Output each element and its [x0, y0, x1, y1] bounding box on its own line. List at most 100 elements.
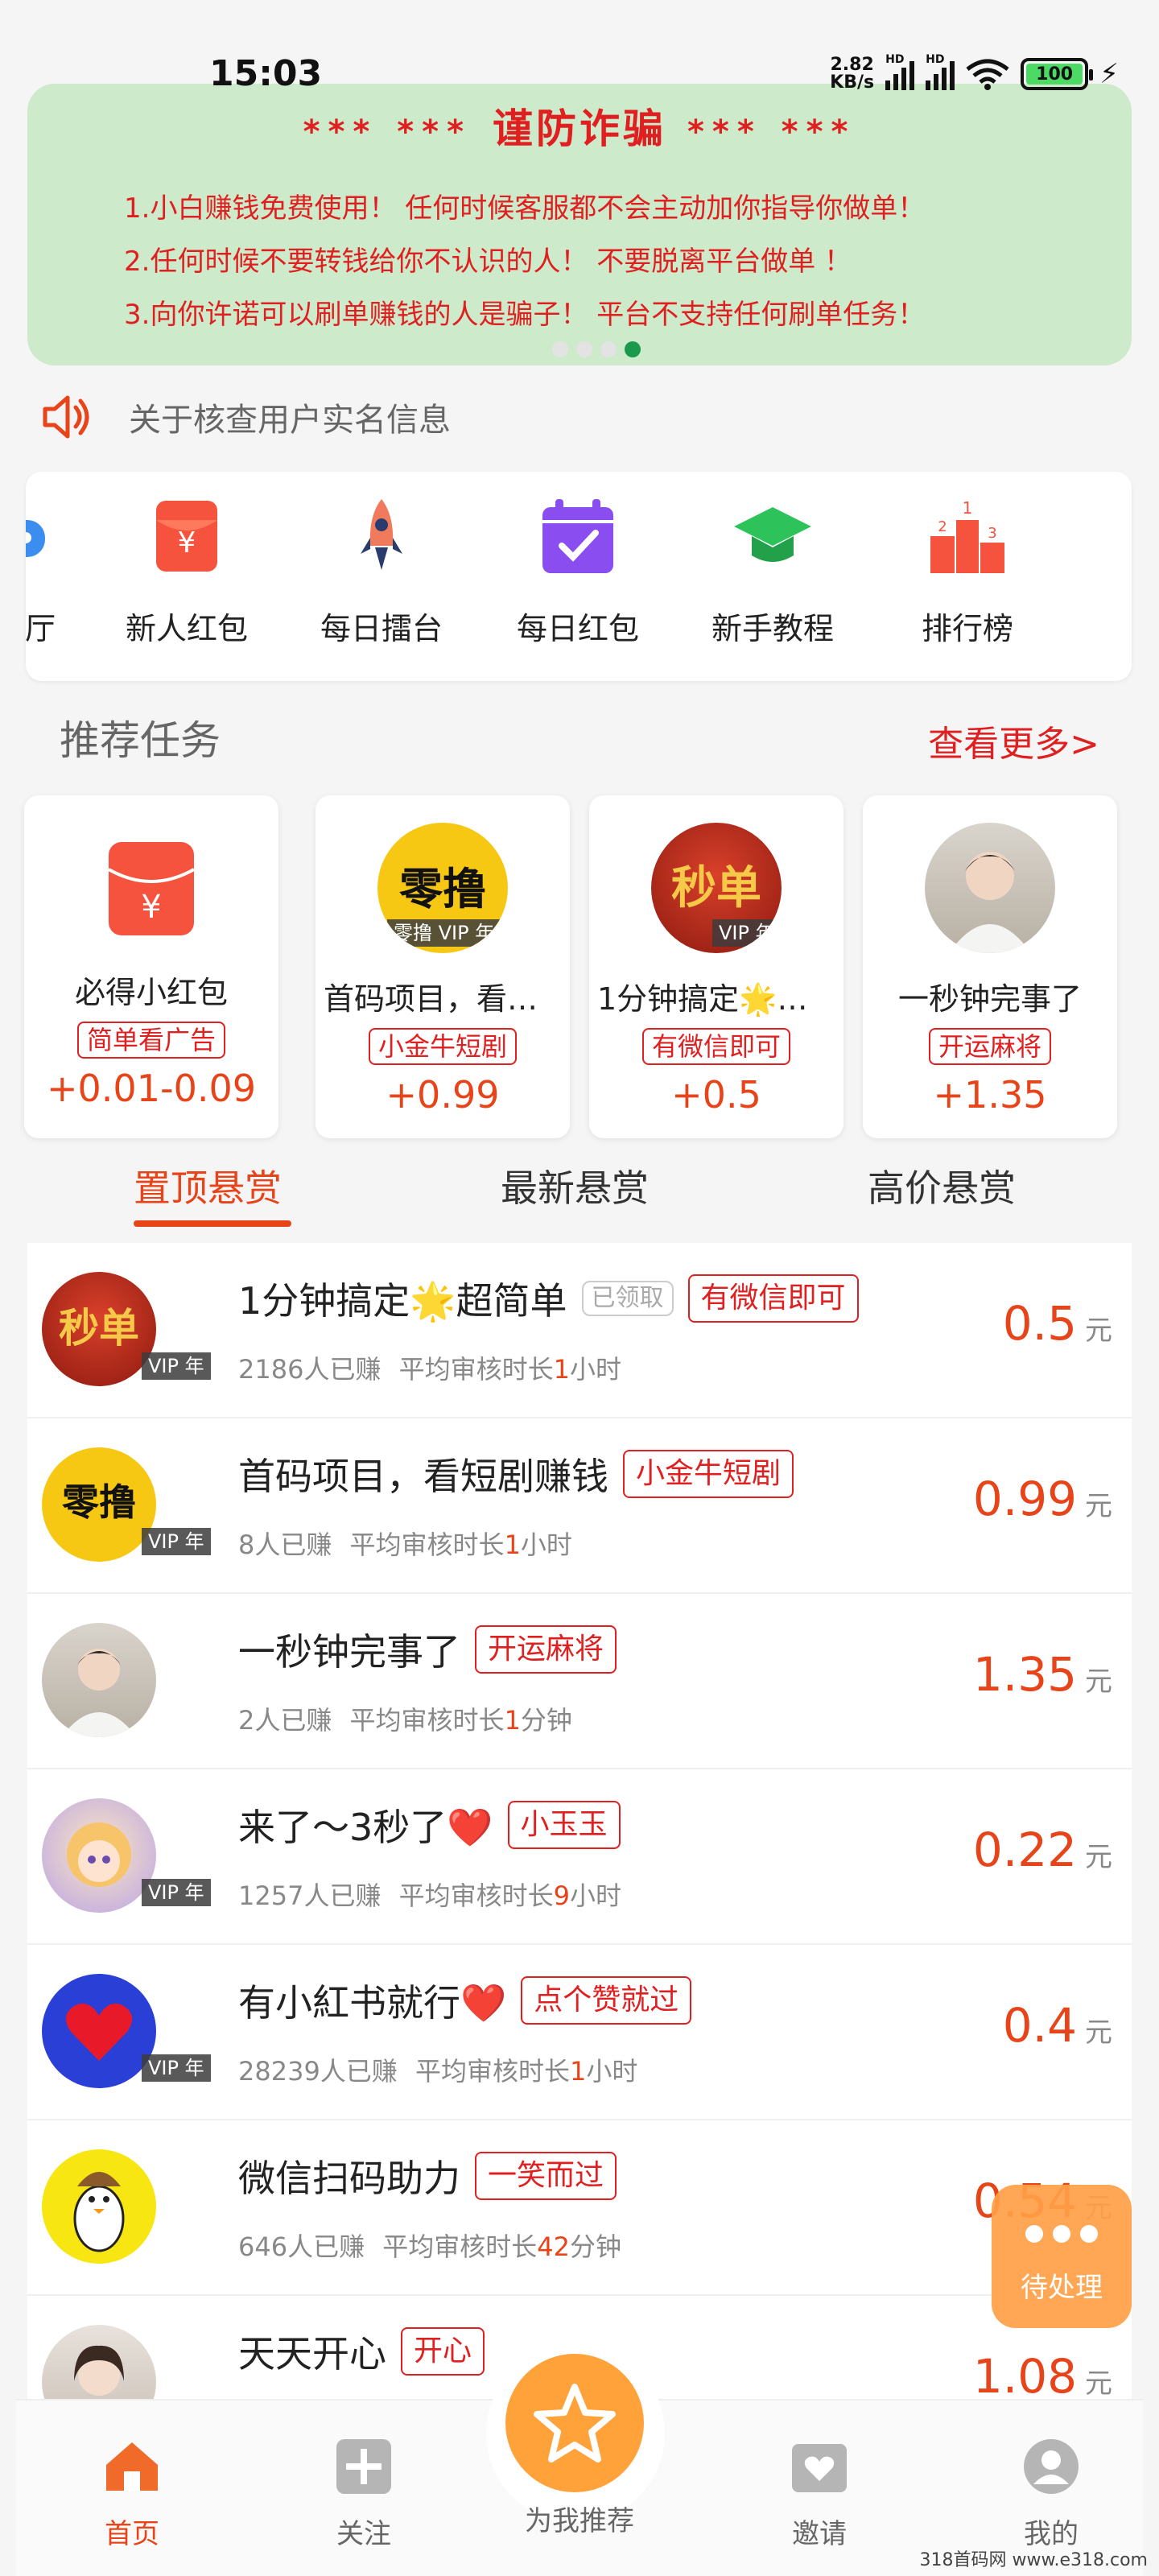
avatar [42, 2149, 156, 2264]
task-row[interactable]: 零撸 VIP 年 首码项目，看短剧赚钱 小金牛短剧 8人已赚 平均审核时长1小时… [27, 1418, 1132, 1594]
quick-nav-label: 赚大厅 [26, 611, 56, 646]
graduation-cap-icon [734, 507, 811, 562]
price-value: 0.22 [972, 1823, 1077, 1877]
quick-nav-item-daily-redpacket[interactable]: 每日红包 [489, 496, 666, 665]
recommended-card[interactable]: ¥ 必得小红包 简单看广告 +0.01-0.09 [24, 795, 278, 1138]
red-envelope-icon: ¥ [156, 501, 217, 572]
tab-indicator [134, 1220, 291, 1227]
podium-icon: 1 2 3 [930, 498, 1004, 573]
quick-nav-item-daily-arena[interactable]: 每日擂台 [293, 496, 470, 665]
carousel-dot[interactable] [576, 341, 592, 357]
price-unit: 元 [1085, 1666, 1112, 1698]
task-row[interactable]: 一秒钟完事了 开运麻将 2人已赚 平均审核时长1分钟 1.35 元 [27, 1594, 1132, 1769]
task-meta: 1257人已赚 平均审核时长9小时 [238, 1876, 621, 1913]
recommended-card[interactable]: 秒单 VIP 年 1分钟搞定🌟超简单 有微信即可 +0.5 [589, 795, 843, 1138]
recommended-card[interactable]: 零撸 零撸 VIP 年 首码项目，看短剧赚钱 小金牛短剧 +0.99 [316, 795, 570, 1138]
carousel-dots [552, 341, 641, 357]
recommend-star-button[interactable] [505, 2354, 644, 2492]
task-title-row: 来了～3秒了❤️ 小玉玉 [238, 1798, 621, 1852]
card-tag: 简单看广告 [76, 1022, 225, 1059]
task-price: 1.08 元 [973, 2349, 1112, 2404]
avatar: 秒单 [42, 1272, 156, 1386]
rocket-icon [361, 499, 402, 570]
review-unit: 分钟 [520, 1705, 572, 1736]
signal-icon: HD [926, 53, 955, 90]
svg-text:¥: ¥ [178, 526, 196, 559]
tab-pinned[interactable]: 置顶悬赏 [134, 1159, 282, 1212]
svg-text:2: 2 [938, 518, 947, 535]
review-unit: 小时 [586, 2056, 638, 2087]
task-row[interactable]: VIP 年 来了～3秒了❤️ 小玉玉 1257人已赚 平均审核时长9小时 0.2… [27, 1769, 1132, 1945]
carousel-dot[interactable] [552, 341, 568, 357]
nav-follow[interactable]: 关注 [291, 2436, 436, 2551]
quick-nav-label: 排行榜 [921, 611, 1013, 646]
nav-home[interactable]: 首页 [60, 2436, 204, 2551]
battery-icon: 100 [1021, 58, 1094, 90]
net-speed-value: 2.82 [830, 55, 874, 75]
nav-invite[interactable]: 邀请 [747, 2436, 892, 2551]
avatar [42, 1623, 156, 1737]
anti-fraud-banner[interactable]: *** *** 谨防诈骗 *** *** 1.小白赚钱免费使用！ 任何时候客服都不会… [27, 84, 1132, 365]
task-row[interactable]: VIP 年 有小紅书就行❤️ 点个赞就过 28239人已赚 平均审核时长1小时 … [27, 1945, 1132, 2120]
earned-count: 2186人已赚 [238, 1354, 382, 1385]
task-title: 一秒钟完事了 [238, 1630, 460, 1674]
review-label: 平均审核时长 [382, 2231, 538, 2262]
task-price: 0.5 元 [1003, 1296, 1112, 1351]
carousel-dot-active[interactable] [625, 341, 641, 357]
task-tag: 点个赞就过 [521, 1976, 692, 2025]
task-price: 0.99 元 [973, 1472, 1112, 1526]
task-title-row: 一秒钟完事了 开运麻将 [238, 1623, 617, 1676]
quick-nav: 赚大厅 ¥ 新人红包 每日擂台 每日红包 新手教程 [26, 472, 1132, 681]
banner-line: 2.任何时候不要转钱给你不认识的人！ 不要脱离平台做单 ！ [124, 246, 852, 278]
task-meta: 28239人已赚 平均审核时长1小时 [238, 2051, 637, 2088]
price-value: 0.5 [1002, 1296, 1077, 1351]
task-tag: 开运麻将 [475, 1625, 617, 1674]
net-speed-unit: KB/s [830, 72, 875, 93]
task-row[interactable]: 微信扫码助力 一笑而过 646人已赚 平均审核时长42分钟 0.54元 [27, 2120, 1132, 2296]
vip-badge: 零撸 VIP 年 [387, 919, 501, 947]
quick-nav-item-leaderboard[interactable]: 1 2 3 排行榜 [879, 496, 1056, 665]
task-title: 首码项目，看短剧赚钱 [238, 1455, 608, 1498]
review-label: 平均审核时长 [398, 1354, 554, 1385]
banner-stars-right: *** *** [687, 114, 856, 151]
nav-profile[interactable]: 我的 [979, 2436, 1124, 2551]
review-unit: 小时 [520, 1530, 572, 1560]
task-meta: 8人已赚 平均审核时长1小时 [238, 1525, 572, 1562]
earned-count: 28239人已赚 [238, 2056, 398, 2087]
price-unit: 元 [1085, 1490, 1112, 1522]
battery-level: 100 [1026, 64, 1083, 85]
task-row[interactable]: 秒单 VIP 年 1分钟搞定🌟超简单 已领取 有微信即可 2186人已赚 平均审… [27, 1243, 1132, 1418]
review-label: 平均审核时长 [349, 1705, 505, 1736]
avatar-text: 零撸 [399, 864, 486, 914]
hd-label: HD [926, 53, 945, 66]
price-unit: 元 [1085, 1315, 1112, 1347]
nav-recommend-label: 为我推荐 [525, 2505, 634, 2537]
banner-line: 3.向你许诺可以刷单赚钱的人是骗子！ 平台不支持任何刷单任务！ [124, 299, 926, 331]
quick-nav-item-newbie-redpacket[interactable]: ¥ 新人红包 [98, 496, 275, 665]
see-more-link[interactable]: 查看更多> [928, 715, 1099, 766]
tab-latest[interactable]: 最新悬赏 [501, 1159, 649, 1212]
recommended-card[interactable]: 一秒钟完事了 开运麻将 +1.35 [863, 795, 1117, 1138]
tab-high-price[interactable]: 高价悬赏 [868, 1159, 1016, 1212]
card-name: 1分钟搞定🌟超简单 [597, 981, 843, 1017]
card-tag: 开运麻将 [928, 1028, 1051, 1065]
pending-button[interactable]: 待处理 [992, 2185, 1132, 2328]
carousel-dot[interactable] [600, 341, 617, 357]
nav-recommend[interactable] [486, 2344, 665, 2523]
recommended-title: 推荐任务 [60, 717, 221, 764]
quick-nav-label: 每日红包 [516, 611, 639, 646]
review-value: 9 [553, 1880, 570, 1911]
speaker-icon [43, 395, 89, 439]
task-list: 秒单 VIP 年 1分钟搞定🌟超简单 已领取 有微信即可 2186人已赚 平均审… [27, 1243, 1132, 2450]
review-label: 平均审核时长 [398, 1880, 554, 1911]
avatar: 零撸 [42, 1447, 156, 1562]
quick-nav-item-tutorial[interactable]: 新手教程 [684, 496, 861, 665]
quick-nav-label: 每日擂台 [320, 611, 443, 646]
banner-title: 谨防诈骗 [493, 105, 666, 152]
notice-bar[interactable]: 关于核查用户实名信息 [40, 385, 451, 449]
vip-badge: VIP 年 [142, 1352, 211, 1380]
card-tag: 小金牛短剧 [368, 1028, 517, 1065]
vip-badge: VIP 年 [142, 2054, 211, 2082]
quick-nav-item-hall[interactable]: 赚大厅 [26, 496, 98, 665]
task-title-row: 微信扫码助力 一笑而过 [238, 2149, 617, 2202]
